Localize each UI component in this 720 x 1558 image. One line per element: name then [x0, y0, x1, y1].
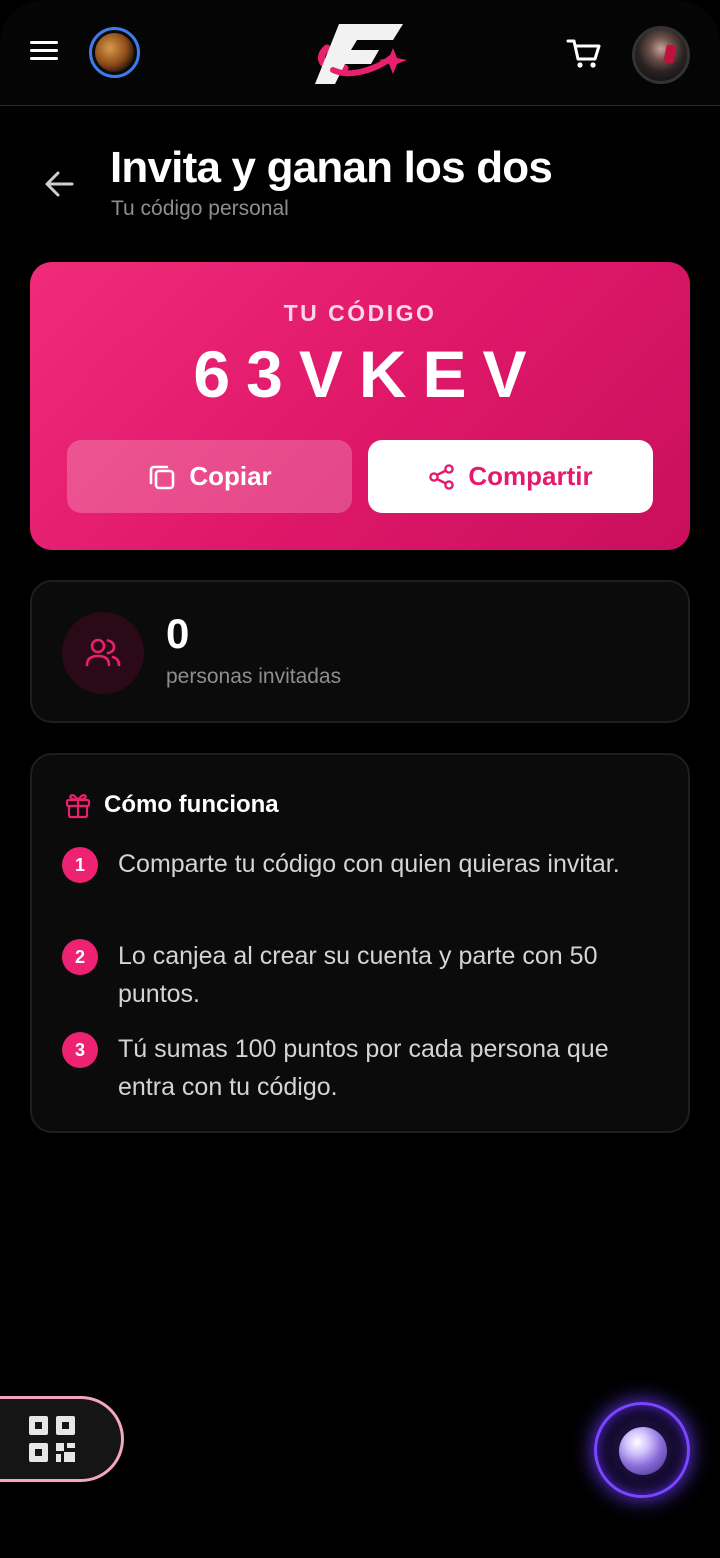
step-number: 1 [62, 847, 98, 883]
step-number: 2 [62, 939, 98, 975]
share-button[interactable]: Compartir [368, 440, 653, 513]
step-item: 3 Tú sumas 100 puntos por cada persona q… [62, 1030, 662, 1106]
profile-avatar[interactable] [632, 26, 690, 84]
qr-code-button[interactable] [0, 1396, 124, 1482]
step-item: 2 Lo canjea al crear su cuenta y parte c… [62, 937, 662, 1013]
page-subtitle: Tu código personal [111, 197, 289, 220]
how-it-works-title: Cómo funciona [104, 791, 279, 818]
step-text: Lo canjea al crear su cuenta y parte con… [118, 942, 598, 1008]
share-button-label: Compartir [468, 461, 593, 491]
qr-code-icon [29, 1416, 75, 1462]
step-text: Comparte tu código con quien quieras inv… [118, 850, 620, 878]
invited-stats-card: 0 personas invitadas [30, 580, 690, 723]
step-number: 3 [62, 1032, 98, 1068]
hamburger-menu-icon[interactable] [30, 36, 66, 68]
step-item: 1 Comparte tu código con quien quieras i… [62, 845, 662, 883]
arrow-left-icon[interactable] [40, 166, 80, 202]
code-label: TU CÓDIGO [283, 300, 437, 326]
share-icon [429, 463, 455, 490]
page-title: Invita y ganan los dos [110, 143, 553, 192]
assistant-orb-button[interactable] [594, 1402, 690, 1498]
app-screen: Invita y ganan los dos Tu código persona… [0, 0, 720, 1558]
copy-button-label: Copiar [189, 461, 272, 491]
planet-avatar-icon[interactable] [89, 27, 140, 78]
users-icon [62, 612, 144, 694]
how-it-works-card: Cómo funciona 1 Comparte tu código con q… [30, 753, 690, 1133]
how-it-works-header: Cómo funciona [64, 791, 279, 819]
invited-label: personas invitadas [166, 665, 342, 688]
top-navigation-bar [0, 0, 720, 106]
step-text: Tú sumas 100 puntos por cada persona que… [118, 1035, 609, 1101]
copy-button[interactable]: Copiar [67, 440, 352, 513]
gift-icon [65, 794, 91, 819]
referral-code: 63VKEV [193, 337, 543, 411]
copy-icon [150, 465, 175, 489]
referral-code-card: TU CÓDIGO 63VKEV Copiar Compartir [30, 262, 690, 550]
cart-icon[interactable] [566, 36, 602, 70]
brand-logo[interactable] [305, 18, 413, 90]
invited-count: 0 [166, 610, 190, 657]
assistant-orb-icon [619, 1427, 667, 1475]
